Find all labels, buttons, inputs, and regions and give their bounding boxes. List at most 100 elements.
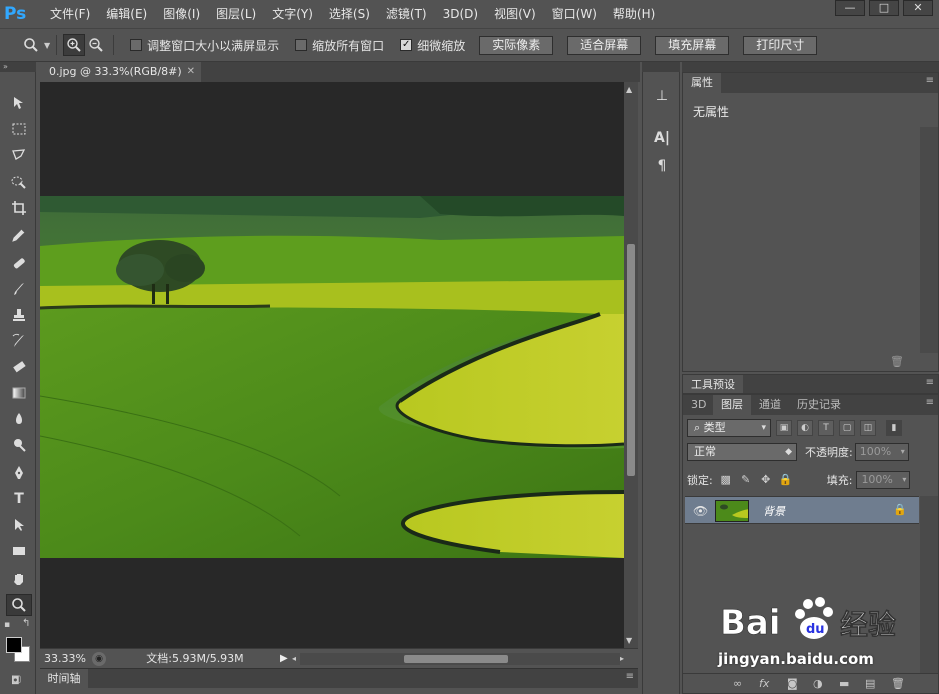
rectangle-tool-icon[interactable] — [6, 540, 32, 562]
zoom-level[interactable]: 33.33% — [40, 652, 88, 665]
menu-3d[interactable]: 3D(D) — [435, 0, 486, 28]
filter-smart-object-icon[interactable]: ◫ — [860, 420, 876, 436]
vertical-scroll-thumb[interactable] — [627, 244, 635, 476]
zoom-tool-icon[interactable] — [6, 594, 32, 616]
tab-history[interactable]: 历史记录 — [789, 395, 849, 415]
right-dock-collapse-handle[interactable] — [682, 62, 939, 72]
gradient-tool-icon[interactable] — [6, 382, 32, 404]
zoom-all-windows-box[interactable] — [295, 39, 308, 51]
timeline-panel-icon[interactable]: ▢ — [12, 674, 21, 685]
path-selection-tool-icon[interactable] — [6, 514, 32, 536]
menu-type[interactable]: 文字(Y) — [264, 0, 321, 28]
opacity-input[interactable]: 100% ▾ — [854, 443, 909, 461]
horizontal-scroll-thumb[interactable] — [404, 654, 509, 663]
lock-all-icon[interactable]: 🔒 — [779, 473, 793, 487]
fill-input[interactable]: 100% ▾ — [856, 471, 911, 489]
tool-presets-tab[interactable]: 工具预设 — [683, 375, 743, 393]
menu-select[interactable]: 选择(S) — [321, 0, 378, 28]
timeline-tab[interactable]: 时间轴 — [40, 669, 88, 689]
marquee-tool-icon[interactable] — [6, 118, 32, 140]
blend-mode-select[interactable]: 正常 ◆ — [687, 443, 797, 461]
blur-tool-icon[interactable] — [6, 408, 32, 430]
canvas-workspace[interactable] — [40, 82, 624, 648]
fit-screen-button[interactable]: 适合屏幕 — [567, 35, 642, 55]
menu-layer[interactable]: 图层(L) — [208, 0, 264, 28]
status-menu-arrow-icon[interactable]: ▶ — [280, 653, 292, 664]
filter-type-icon[interactable]: T — [818, 420, 834, 436]
history-brush-tool-icon[interactable] — [6, 330, 32, 352]
dodge-tool-icon[interactable] — [6, 434, 32, 456]
tool-presets-menu-icon[interactable]: ≡ — [926, 377, 934, 388]
menu-image[interactable]: 图像(I) — [155, 0, 208, 28]
hand-tool-icon[interactable] — [6, 568, 32, 590]
zoom-in-icon[interactable] — [63, 34, 86, 56]
vertical-scrollbar[interactable]: ▲ ▼ — [624, 82, 638, 648]
delete-layer-icon[interactable]: 🗑 — [891, 677, 905, 690]
quick-selection-tool-icon[interactable] — [6, 171, 32, 193]
eyedropper-tool-icon[interactable] — [6, 224, 32, 246]
properties-menu-icon[interactable]: ≡ — [926, 75, 934, 86]
eye-icon[interactable]: 👁 — [693, 504, 708, 518]
properties-trash-icon[interactable]: 🗑 — [890, 355, 904, 368]
filter-adjustment-icon[interactable]: ◐ — [797, 420, 813, 436]
menu-view[interactable]: 视图(V) — [486, 0, 544, 28]
fill-screen-button[interactable]: 填充屏幕 — [655, 35, 730, 55]
swap-colors-icon[interactable]: ↰ — [22, 618, 30, 629]
link-layers-icon[interactable]: ∞ — [733, 677, 742, 690]
preset-dropdown-icon[interactable]: ▼ — [44, 41, 50, 50]
add-mask-icon[interactable]: ◙ — [787, 677, 798, 690]
tab-3d[interactable]: 3D — [683, 395, 715, 415]
lasso-tool-icon[interactable] — [6, 144, 32, 166]
menu-edit[interactable]: 编辑(E) — [98, 0, 155, 28]
middle-dock-collapse-handle[interactable] — [642, 62, 680, 72]
layers-menu-icon[interactable]: ≡ — [926, 397, 934, 408]
tab-channels[interactable]: 通道 — [751, 395, 789, 415]
new-group-icon[interactable]: ▬ — [839, 677, 849, 690]
horizontal-scrollbar[interactable] — [300, 652, 621, 665]
filter-toggle-icon[interactable]: ▮ — [886, 420, 902, 436]
default-colors-icon[interactable]: ▪ — [4, 620, 10, 630]
close-button[interactable]: ✕ — [903, 0, 933, 16]
filter-pixel-icon[interactable]: ▣ — [776, 420, 792, 436]
scroll-up-icon[interactable]: ▲ — [626, 85, 632, 94]
layer-row[interactable]: 👁 背景 🔒 — [685, 496, 919, 524]
actual-pixels-button[interactable]: 实际像素 — [479, 35, 554, 55]
properties-scrollbar[interactable] — [920, 127, 938, 353]
scroll-left-icon[interactable]: ◂ — [292, 654, 296, 663]
eraser-tool-icon[interactable] — [6, 356, 32, 378]
lock-transparent-icon[interactable]: ▩ — [719, 473, 733, 487]
pen-tool-icon[interactable] — [6, 462, 32, 484]
zoom-out-icon[interactable] — [85, 34, 107, 56]
resize-windows-box[interactable] — [130, 39, 143, 51]
scrubby-zoom-box[interactable]: ✓ — [400, 39, 413, 51]
menu-window[interactable]: 窗口(W) — [544, 0, 605, 28]
layer-filter-select[interactable]: ⌕ 类型 ▾ — [687, 419, 771, 437]
toolbar-collapse-handle[interactable]: » — [0, 62, 36, 72]
status-info-icon[interactable]: ◉ — [92, 651, 106, 666]
scroll-right-icon[interactable]: ▸ — [620, 654, 624, 663]
print-size-button[interactable]: 打印尺寸 — [743, 35, 818, 55]
maximize-button[interactable]: □ — [869, 0, 899, 16]
zoom-tool-preset-icon[interactable] — [20, 34, 42, 56]
foreground-color-swatch[interactable] — [6, 637, 22, 653]
crop-tool-icon[interactable] — [6, 197, 32, 219]
scroll-down-icon[interactable]: ▼ — [626, 636, 632, 645]
tab-layers[interactable]: 图层 — [713, 395, 751, 415]
healing-brush-tool-icon[interactable] — [6, 252, 32, 274]
adjustment-layer-icon[interactable]: ◑ — [813, 677, 823, 690]
move-tool-icon[interactable] — [6, 92, 32, 114]
scrubby-zoom-checkbox[interactable]: ✓ 细微缩放 — [400, 37, 465, 54]
lock-position-icon[interactable]: ✥ — [759, 473, 773, 487]
menu-help[interactable]: 帮助(H) — [605, 0, 663, 28]
menu-file[interactable]: 文件(F) — [42, 0, 98, 28]
tool-presets-icon[interactable]: ⊥ — [651, 86, 673, 106]
fx-icon[interactable]: fx — [759, 677, 769, 690]
new-layer-icon[interactable]: ▤ — [865, 677, 875, 690]
resize-windows-checkbox[interactable]: 调整窗口大小以满屏显示 — [130, 37, 279, 54]
close-document-icon[interactable]: ✕ — [187, 62, 195, 82]
character-panel-icon[interactable]: A| — [651, 128, 673, 148]
filter-shape-icon[interactable]: ▢ — [839, 420, 855, 436]
timeline-menu-icon[interactable]: ≡ — [626, 671, 634, 682]
document-image[interactable] — [40, 196, 624, 558]
brush-tool-icon[interactable] — [6, 278, 32, 300]
